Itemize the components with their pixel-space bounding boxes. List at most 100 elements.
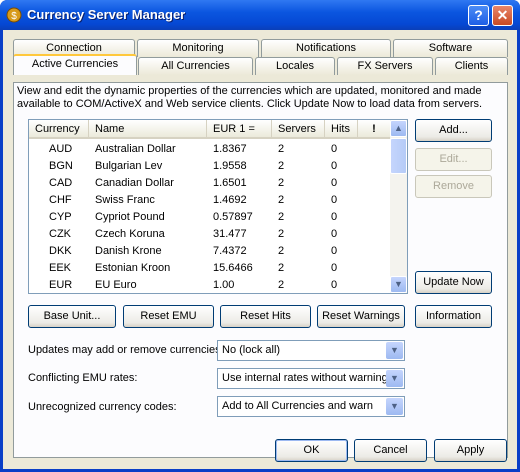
dialog-body: Connection Monitoring Notifications Soft… — [3, 30, 517, 469]
update-now-button[interactable]: Update Now — [415, 271, 492, 294]
list-header: Currency Name EUR 1 = Servers Hits ! — [29, 120, 391, 139]
col-warning[interactable]: ! — [358, 120, 391, 139]
row-currency: BGN — [49, 160, 73, 172]
edit-button[interactable]: Edit... — [415, 148, 492, 171]
row-currency: EEK — [49, 262, 72, 274]
close-button[interactable]: ✕ — [492, 5, 513, 26]
tab-software[interactable]: Software — [393, 39, 508, 57]
tab-notifications[interactable]: Notifications — [261, 39, 391, 57]
updates-combo[interactable]: No (lock all) ▼ — [217, 340, 405, 361]
updates-label: Updates may add or remove currencies: — [28, 344, 224, 356]
emu-rates-combo[interactable]: Use internal rates without warning ▼ — [217, 368, 405, 389]
row-servers: 2 — [278, 262, 285, 274]
scroll-up-icon[interactable]: ▲ — [390, 120, 407, 137]
row-hits: 0 — [331, 228, 338, 240]
col-hits[interactable]: Hits — [325, 120, 358, 139]
row-eur: 0.57897 — [213, 211, 253, 223]
title-bar[interactable]: $ Currency Server Manager ? ✕ — [0, 0, 520, 30]
reset-hits-button[interactable]: Reset Hits — [220, 305, 311, 328]
table-row[interactable]: AUD Australian Dollar 1.8367 2 0 — [29, 141, 391, 158]
main-window: $ Currency Server Manager ? ✕ Connection… — [0, 0, 520, 472]
row-hits: 0 — [331, 211, 338, 223]
scroll-down-icon[interactable]: ▼ — [390, 276, 407, 293]
row-name: Australian Dollar — [95, 143, 176, 155]
unrecognized-value: Add to All Currencies and warn — [222, 400, 374, 412]
row-eur: 31.477 — [213, 228, 247, 240]
row-servers: 2 — [278, 194, 285, 206]
tab-clients[interactable]: Clients — [435, 57, 508, 75]
chevron-down-icon[interactable]: ▼ — [386, 398, 403, 415]
row-servers: 2 — [278, 211, 285, 223]
tab-locales[interactable]: Locales — [255, 57, 335, 75]
col-name[interactable]: Name — [89, 120, 207, 139]
row-currency: CHF — [49, 194, 72, 206]
apply-button[interactable]: Apply — [434, 439, 507, 462]
row-hits: 0 — [331, 279, 338, 291]
window-title: Currency Server Manager — [27, 7, 186, 22]
row-currency: AUD — [49, 143, 73, 155]
unrecognized-combo[interactable]: Add to All Currencies and warn ▼ — [217, 396, 405, 417]
row-servers: 2 — [278, 245, 285, 257]
description-text: View and edit the dynamic properties of … — [17, 85, 483, 110]
base-unit-button[interactable]: Base Unit... — [28, 305, 116, 328]
currency-list[interactable]: Currency Name EUR 1 = Servers Hits ! AUD… — [28, 119, 408, 294]
scroll-thumb[interactable] — [390, 138, 407, 174]
row-eur: 1.8367 — [213, 143, 247, 155]
tab-fx-servers[interactable]: FX Servers — [337, 57, 433, 75]
row-servers: 2 — [278, 177, 285, 189]
row-hits: 0 — [331, 194, 338, 206]
row-currency: CZK — [49, 228, 71, 240]
col-servers[interactable]: Servers — [272, 120, 325, 139]
remove-button[interactable]: Remove — [415, 175, 492, 198]
updates-value: No (lock all) — [222, 344, 281, 356]
reset-warnings-button[interactable]: Reset Warnings — [317, 305, 405, 328]
add-button[interactable]: Add... — [415, 119, 492, 142]
tab-monitoring[interactable]: Monitoring — [137, 39, 259, 57]
row-eur: 15.6466 — [213, 262, 253, 274]
table-row[interactable]: CAD Canadian Dollar 1.6501 2 0 — [29, 175, 391, 192]
row-eur: 1.6501 — [213, 177, 247, 189]
reset-emu-button[interactable]: Reset EMU — [123, 305, 214, 328]
col-currency[interactable]: Currency — [29, 120, 89, 139]
table-row[interactable]: BGN Bulgarian Lev 1.9558 2 0 — [29, 158, 391, 175]
ok-button[interactable]: OK — [275, 439, 348, 462]
tab-active-currencies[interactable]: Active Currencies — [13, 54, 137, 75]
row-servers: 2 — [278, 143, 285, 155]
row-name: Czech Koruna — [95, 228, 165, 240]
row-hits: 0 — [331, 262, 338, 274]
row-currency: DKK — [49, 245, 72, 257]
row-currency: CYP — [49, 211, 72, 223]
row-servers: 2 — [278, 228, 285, 240]
row-eur: 1.4692 — [213, 194, 247, 206]
row-name: Bulgarian Lev — [95, 160, 163, 172]
list-scrollbar[interactable]: ▲ ▼ — [390, 120, 407, 293]
emu-rates-value: Use internal rates without warning — [222, 372, 388, 384]
row-name: Estonian Kroon — [95, 262, 171, 274]
chevron-down-icon[interactable]: ▼ — [386, 342, 403, 359]
row-name: Swiss Franc — [95, 194, 155, 206]
chevron-down-icon[interactable]: ▼ — [386, 370, 403, 387]
tab-all-currencies[interactable]: All Currencies — [138, 57, 253, 75]
row-name: EU Euro — [95, 279, 137, 291]
row-servers: 2 — [278, 279, 285, 291]
row-servers: 2 — [278, 160, 285, 172]
col-eur[interactable]: EUR 1 = — [207, 120, 272, 139]
row-hits: 0 — [331, 177, 338, 189]
table-row[interactable]: CZK Czech Koruna 31.477 2 0 — [29, 226, 391, 243]
row-eur: 7.4372 — [213, 245, 247, 257]
row-eur: 1.9558 — [213, 160, 247, 172]
table-row[interactable]: DKK Danish Krone 7.4372 2 0 — [29, 243, 391, 260]
row-name: Cypriot Pound — [95, 211, 165, 223]
table-row[interactable]: CHF Swiss Franc 1.4692 2 0 — [29, 192, 391, 209]
cancel-button[interactable]: Cancel — [354, 439, 427, 462]
information-button[interactable]: Information — [415, 305, 492, 328]
row-currency: CAD — [49, 177, 73, 189]
row-hits: 0 — [331, 245, 338, 257]
table-row[interactable]: EUR EU Euro 1.00 2 0 — [29, 277, 391, 293]
table-row[interactable]: CYP Cypriot Pound 0.57897 2 0 — [29, 209, 391, 226]
emu-rates-label: Conflicting EMU rates: — [28, 372, 138, 384]
help-button[interactable]: ? — [468, 5, 489, 26]
unrecognized-label: Unrecognized currency codes: — [28, 401, 177, 413]
table-row[interactable]: EEK Estonian Kroon 15.6466 2 0 — [29, 260, 391, 277]
row-hits: 0 — [331, 143, 338, 155]
